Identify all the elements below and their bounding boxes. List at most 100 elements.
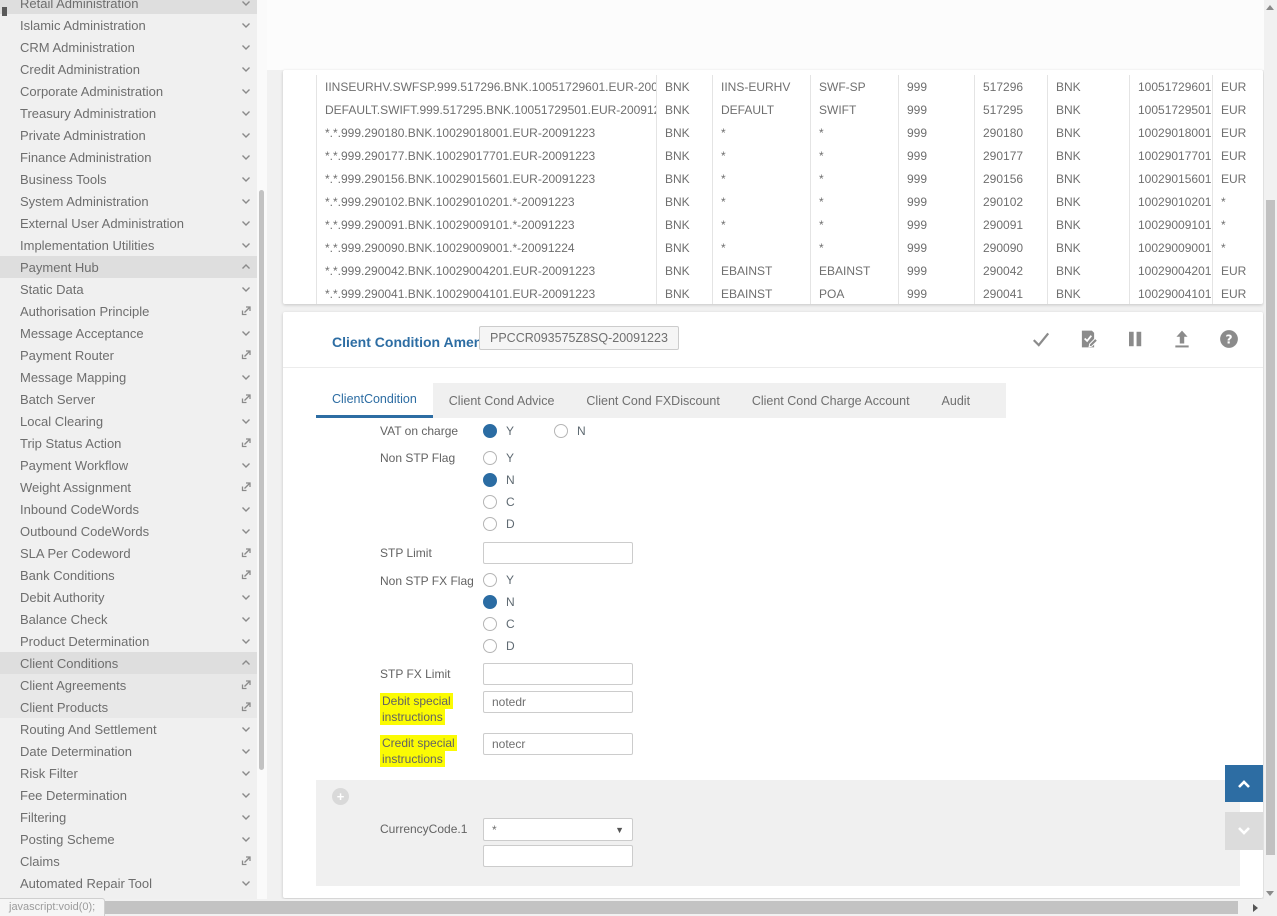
sidebar-item-payment-hub[interactable]: Payment Hub <box>0 256 267 278</box>
chevron-up-icon <box>239 657 253 669</box>
hold-icon[interactable] <box>1125 329 1145 349</box>
tab-audit[interactable]: Audit <box>926 383 987 418</box>
sidebar-item-fee-determination[interactable]: Fee Determination <box>0 784 267 806</box>
sidebar-item-payment-router[interactable]: Payment Router <box>0 344 267 366</box>
table-row[interactable]: *.*.999.290180.BNK.10029018001.EUR-20091… <box>283 121 1263 144</box>
table-row[interactable]: *.*.999.290090.BNK.10029009001.*-2009122… <box>283 236 1263 259</box>
sidebar-item-authorisation-principle[interactable]: Authorisation Principle <box>0 300 267 322</box>
table-row[interactable]: *.*.999.290156.BNK.10029015601.EUR-20091… <box>283 167 1263 190</box>
sidebar-item-static-data[interactable]: Static Data <box>0 278 267 300</box>
stp-limit-input[interactable] <box>483 542 633 564</box>
radio-n[interactable] <box>483 595 497 609</box>
radio-n[interactable] <box>554 424 568 438</box>
sidebar-scrollbar-thumb[interactable] <box>259 190 264 770</box>
table-row[interactable]: DEFAULT.SWIFT.999.517295.BNK.10051729501… <box>283 98 1263 121</box>
sidebar-item-corporate-administration[interactable]: Corporate Administration <box>0 80 267 102</box>
sidebar-item-private-administration[interactable]: Private Administration <box>0 124 267 146</box>
sidebar-item-label: Islamic Administration <box>20 18 239 33</box>
radio-n[interactable] <box>483 473 497 487</box>
sidebar-item-credit-administration[interactable]: Credit Administration <box>0 58 267 80</box>
help-icon[interactable]: ? <box>1219 329 1239 349</box>
sidebar-item-message-acceptance[interactable]: Message Acceptance <box>0 322 267 344</box>
table-row[interactable]: *.*.999.290042.BNK.10029004201.EUR-20091… <box>283 259 1263 282</box>
sidebar-item-weight-assignment[interactable]: Weight Assignment <box>0 476 267 498</box>
scrollbar-up-arrow[interactable] <box>1266 5 1274 10</box>
table-row[interactable]: *.*.999.290091.BNK.10029009101.*-2009122… <box>283 213 1263 236</box>
sidebar-item-external-user-administration[interactable]: External User Administration <box>0 212 267 234</box>
sidebar-item-implementation-utilities[interactable]: Implementation Utilities <box>0 234 267 256</box>
tab-client-cond-advice[interactable]: Client Cond Advice <box>433 383 571 418</box>
chevron-down-icon <box>1235 822 1253 840</box>
radio-d[interactable] <box>483 517 497 531</box>
sidebar-item-inbound-codewords[interactable]: Inbound CodeWords <box>0 498 267 520</box>
radio-y[interactable] <box>483 451 497 465</box>
add-row-button[interactable]: + <box>332 788 349 805</box>
sidebar-item-claims[interactable]: Claims <box>0 850 267 872</box>
vertical-scrollbar-thumb[interactable] <box>1266 200 1275 855</box>
horizontal-scrollbar-thumb[interactable] <box>0 901 1238 914</box>
sidebar-item-system-administration[interactable]: System Administration <box>0 190 267 212</box>
radio-y[interactable] <box>483 424 497 438</box>
sidebar-item-product-determination[interactable]: Product Determination <box>0 630 267 652</box>
scrollbar-right-arrow[interactable] <box>1253 904 1258 912</box>
credit-special-instructions-input[interactable] <box>483 733 633 755</box>
table-row[interactable]: *.*.999.290102.BNK.10029010201.*-2009122… <box>283 190 1263 213</box>
sidebar-item-date-determination[interactable]: Date Determination <box>0 740 267 762</box>
table-row[interactable]: IINSEURHV.SWFSP.999.517296.BNK.100517296… <box>283 75 1263 98</box>
table-row[interactable]: *.*.999.290041.BNK.10029004101.EUR-20091… <box>283 282 1263 304</box>
sidebar-item-crm-administration[interactable]: CRM Administration <box>0 36 267 58</box>
scroll-to-top-button[interactable] <box>1225 765 1263 802</box>
table-cell: BNK <box>657 167 713 190</box>
sidebar-item-posting-scheme[interactable]: Posting Scheme <box>0 828 267 850</box>
sidebar-item-message-mapping[interactable]: Message Mapping <box>0 366 267 388</box>
sidebar-item-batch-server[interactable]: Batch Server <box>0 388 267 410</box>
sidebar-item-sla-per-codeword[interactable]: SLA Per Codeword <box>0 542 267 564</box>
table-cell: 10029010201 <box>1130 190 1213 213</box>
field-label: CurrencyCode.1 <box>380 818 480 841</box>
sidebar-item-routing-and-settlement[interactable]: Routing And Settlement <box>0 718 267 740</box>
debit-special-instructions-input[interactable] <box>483 691 633 713</box>
sidebar-item-client-products[interactable]: Client Products <box>0 696 267 718</box>
sidebar-item-automated-repair-tool[interactable]: Automated Repair Tool <box>0 872 267 894</box>
horizontal-scrollbar[interactable] <box>0 899 1264 916</box>
sidebar-scrollbar[interactable] <box>257 0 267 899</box>
tab-client-cond-charge-account[interactable]: Client Cond Charge Account <box>736 383 926 418</box>
upload-icon[interactable] <box>1172 329 1192 349</box>
sidebar-item-risk-filter[interactable]: Risk Filter <box>0 762 267 784</box>
stp-fx-limit-input[interactable] <box>483 663 633 685</box>
sidebar-item-bank-conditions[interactable]: Bank Conditions <box>0 564 267 586</box>
vertical-scrollbar[interactable] <box>1264 0 1277 916</box>
radio-d[interactable] <box>483 639 497 653</box>
scrollbar-down-arrow[interactable] <box>1266 891 1274 896</box>
check-icon[interactable] <box>1031 329 1051 349</box>
radio-y[interactable] <box>483 573 497 587</box>
radio-option: N <box>554 420 586 442</box>
table-cell: EUR <box>1213 121 1263 144</box>
table-cell: BNK <box>657 236 713 259</box>
sidebar-item-client-agreements[interactable]: Client Agreements <box>0 674 267 696</box>
sidebar-item-treasury-administration[interactable]: Treasury Administration <box>0 102 267 124</box>
radio-c[interactable] <box>483 617 497 631</box>
sidebar-item-filtering[interactable]: Filtering <box>0 806 267 828</box>
incoming-lead-time-input[interactable] <box>483 845 633 867</box>
sidebar-item-finance-administration[interactable]: Finance Administration <box>0 146 267 168</box>
sidebar-item-outbound-codewords[interactable]: Outbound CodeWords <box>0 520 267 542</box>
sidebar-item-local-clearing[interactable]: Local Clearing <box>0 410 267 432</box>
authorize-icon[interactable] <box>1078 329 1098 349</box>
radio-c[interactable] <box>483 495 497 509</box>
tab-clientcondition[interactable]: ClientCondition <box>316 383 433 418</box>
sidebar-item-islamic-administration[interactable]: Islamic Administration <box>0 14 267 36</box>
table-cell <box>283 190 317 213</box>
sidebar-item-trip-status-action[interactable]: Trip Status Action <box>0 432 267 454</box>
sidebar-item-balance-check[interactable]: Balance Check <box>0 608 267 630</box>
sidebar-item-business-tools[interactable]: Business Tools <box>0 168 267 190</box>
sidebar-item-client-conditions[interactable]: Client Conditions <box>0 652 267 674</box>
table-row[interactable]: *.*.999.290177.BNK.10029017701.EUR-20091… <box>283 144 1263 167</box>
sidebar-item-retail-administration[interactable]: Retail Administration <box>0 0 267 14</box>
sidebar-item-payment-workflow[interactable]: Payment Workflow <box>0 454 267 476</box>
scroll-to-bottom-button[interactable] <box>1225 812 1263 850</box>
tab-client-cond-fxdiscount[interactable]: Client Cond FXDiscount <box>570 383 735 418</box>
sidebar-item-label: Posting Scheme <box>20 832 239 847</box>
sidebar-item-debit-authority[interactable]: Debit Authority <box>0 586 267 608</box>
currency-code-select[interactable]: * ▼ <box>483 818 633 841</box>
